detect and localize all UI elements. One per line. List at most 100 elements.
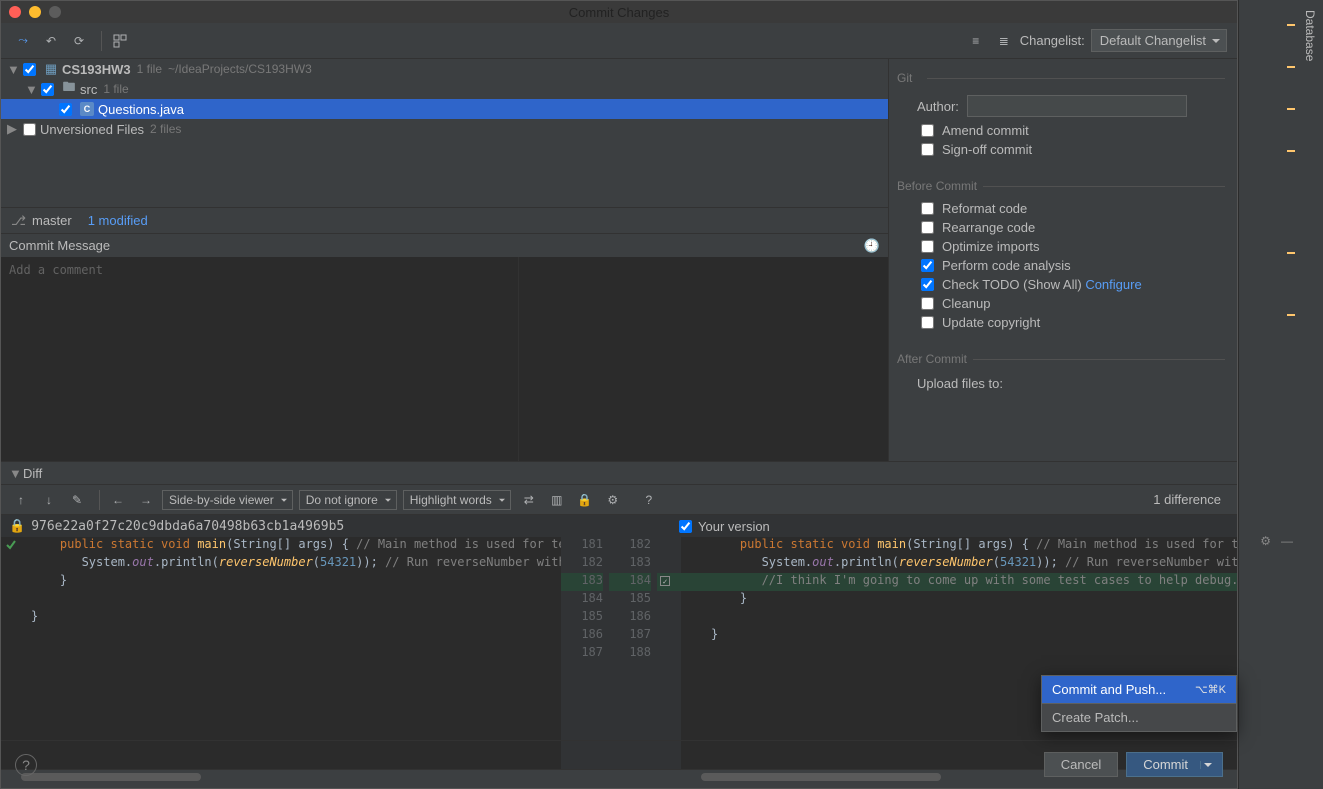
group-by-icon[interactable] <box>108 29 132 53</box>
rearrange-checkbox[interactable] <box>921 221 934 234</box>
warning-mark[interactable] <box>1287 108 1295 110</box>
next-diff-icon[interactable]: ↓ <box>37 488 61 512</box>
prev-file-icon[interactable]: ← <box>106 488 130 512</box>
tree-checkbox[interactable] <box>59 103 72 116</box>
module-icon: ▦ <box>44 62 58 76</box>
amend-checkbox[interactable] <box>921 124 934 137</box>
minimize-window-button[interactable] <box>29 6 41 18</box>
highlight-dropdown[interactable]: Highlight words <box>403 490 511 510</box>
modified-link[interactable]: 1 modified <box>88 213 148 228</box>
analysis-checkbox[interactable] <box>921 259 934 272</box>
popup-item-label: Commit and Push... <box>1052 682 1166 697</box>
reformat-checkbox[interactable] <box>921 202 934 215</box>
apply-change-icon[interactable]: ✓ <box>660 576 670 586</box>
amend-label: Amend commit <box>942 123 1029 138</box>
show-diff-icon[interactable]: ⤳ <box>11 29 35 53</box>
diff-panes: public static void main(String[] args) {… <box>1 537 1237 769</box>
commit-message-input[interactable] <box>1 257 518 461</box>
line-num: 186 <box>609 609 651 627</box>
diff-header[interactable]: ▼ Diff <box>1 461 1237 485</box>
edit-icon[interactable]: ✎ <box>65 488 89 512</box>
line-num: 183 <box>561 573 603 591</box>
tree-label: Unversioned Files <box>40 122 144 137</box>
tree-checkbox[interactable] <box>23 123 36 136</box>
todo-checkbox[interactable] <box>921 278 934 291</box>
author-input[interactable] <box>967 95 1187 117</box>
warning-mark[interactable] <box>1287 252 1295 254</box>
tree-root[interactable]: ▼ ▦ CS193HW3 1 file ~/IdeaProjects/CS193… <box>1 59 888 79</box>
history-icon[interactable]: 🕘 <box>864 238 880 254</box>
todo-label: Check TODO (Show All) <box>942 277 1082 292</box>
tree-folder[interactable]: ▼ 🖿 src 1 file <box>1 79 888 99</box>
warning-mark[interactable] <box>1287 24 1295 26</box>
after-commit-section-label: After Commit <box>897 348 1237 370</box>
revert-icon[interactable]: ↶ <box>39 29 63 53</box>
next-file-icon[interactable]: → <box>134 488 158 512</box>
help-button[interactable]: ? <box>15 754 37 776</box>
close-window-button[interactable] <box>9 6 21 18</box>
titlebar: Commit Changes <box>1 1 1237 23</box>
separator <box>99 490 100 510</box>
line-num: 187 <box>609 627 651 645</box>
cancel-button[interactable]: Cancel <box>1044 752 1118 777</box>
reformat-label: Reformat code <box>942 201 1027 216</box>
signoff-checkbox[interactable] <box>921 143 934 156</box>
code-line: //I think I'm going to come up with some… <box>681 573 1237 591</box>
line-num: 184 <box>609 573 651 591</box>
include-file-checkbox[interactable] <box>679 520 692 533</box>
gear-icon[interactable]: ⚙ <box>1260 534 1271 548</box>
commit-split-caret[interactable] <box>1200 761 1214 769</box>
commit-and-push-item[interactable]: Commit and Push... ⌥⌘K <box>1042 676 1236 703</box>
tree-meta: 1 file <box>103 82 128 96</box>
diff-right-pane[interactable]: public static void main(String[] args) {… <box>681 537 1237 769</box>
left-revision-hash: 976e22a0f27c20c9dbda6a70498b63cb1a4969b5 <box>31 519 344 534</box>
git-options-panel: Git Author: Amend commit Sign-off commit… <box>889 59 1237 461</box>
code-line: public static void main(String[] args) {… <box>681 537 1237 555</box>
branch-icon: ⎇ <box>11 213 26 229</box>
tree-checkbox[interactable] <box>41 83 54 96</box>
tree-checkbox[interactable] <box>23 63 36 76</box>
sync-scroll-icon[interactable]: ▥ <box>545 488 569 512</box>
warning-mark[interactable] <box>1287 66 1295 68</box>
tree-unversioned[interactable]: ▶ Unversioned Files 2 files <box>1 119 888 139</box>
line-num: 182 <box>561 555 603 573</box>
code-line: } <box>681 591 1237 609</box>
cleanup-checkbox[interactable] <box>921 297 934 310</box>
changelist-label: Changelist: <box>1020 33 1085 48</box>
code-line: public static void main(String[] args) {… <box>1 537 561 555</box>
tree-path: ~/IdeaProjects/CS193HW3 <box>168 62 312 76</box>
diff-gutter: 181 182 183 184 185 186 187 182 183 184 … <box>561 537 681 769</box>
tree-file-selected[interactable]: C Questions.java <box>1 99 888 119</box>
warning-mark[interactable] <box>1287 314 1295 316</box>
prev-diff-icon[interactable]: ↑ <box>9 488 33 512</box>
gear-icon[interactable]: ⚙ <box>601 488 625 512</box>
git-section-label: Git <box>897 67 1237 89</box>
java-class-icon: C <box>80 102 94 116</box>
tree-meta: 1 file <box>137 62 162 76</box>
todo-configure-link[interactable]: Configure <box>1085 277 1141 292</box>
create-patch-item[interactable]: Create Patch... <box>1042 704 1236 731</box>
collapse-all-icon[interactable]: ≣ <box>992 29 1016 53</box>
diff-left-pane[interactable]: public static void main(String[] args) {… <box>1 537 561 769</box>
commit-message-label: Commit Message <box>9 238 110 253</box>
collapse-unchanged-icon[interactable]: ⇄ <box>517 488 541 512</box>
line-num: 186 <box>561 627 603 645</box>
database-tab[interactable]: Database <box>1301 4 1319 67</box>
warning-mark[interactable] <box>1287 150 1295 152</box>
ignore-whitespace-dropdown[interactable]: Do not ignore <box>299 490 397 510</box>
expand-all-icon[interactable]: ≡ <box>964 29 988 53</box>
viewer-mode-dropdown[interactable]: Side-by-side viewer <box>162 490 293 510</box>
help-icon[interactable]: ? <box>637 488 661 512</box>
minimize-icon[interactable]: — <box>1281 534 1293 548</box>
changelist-dropdown[interactable]: Default Changelist <box>1091 29 1227 52</box>
lock-icon[interactable]: 🔒 <box>573 488 597 512</box>
refresh-icon[interactable]: ⟳ <box>67 29 91 53</box>
copyright-checkbox[interactable] <box>921 316 934 329</box>
commit-button[interactable]: Commit <box>1126 752 1223 777</box>
code-line <box>681 609 1237 627</box>
file-tree[interactable]: ▼ ▦ CS193HW3 1 file ~/IdeaProjects/CS193… <box>1 59 888 207</box>
optimize-checkbox[interactable] <box>921 240 934 253</box>
commit-message-header: Commit Message 🕘 <box>1 233 888 257</box>
lock-icon: 🔒 <box>9 518 25 534</box>
tree-label: CS193HW3 <box>62 62 131 77</box>
